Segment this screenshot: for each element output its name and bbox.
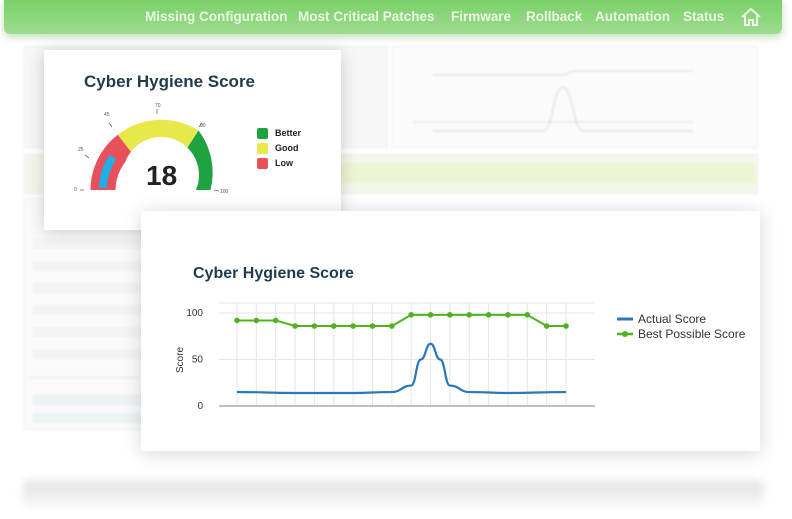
- top-navbar: Missing Configuration Most Critical Patc…: [4, 0, 782, 34]
- score-gauge: 0 25 45 70 90 100 18: [74, 103, 229, 213]
- legend-good-label: Good: [275, 143, 299, 153]
- series-best-possible-score-point: [292, 323, 298, 329]
- nav-most-critical-patches[interactable]: Most Critical Patches: [298, 9, 435, 24]
- legend-better-swatch: [257, 128, 268, 139]
- legend-low-label: Low: [275, 158, 293, 168]
- series-best-possible-score-point: [485, 312, 492, 318]
- bottom-shadow: [22, 480, 764, 506]
- legend-better-label: Better: [275, 128, 302, 138]
- gauge-tick-0: 0: [74, 187, 77, 193]
- series-best-possible-score-point: [234, 317, 240, 324]
- legend-best-possible-score-label: Best Possible Score: [638, 327, 746, 341]
- gauge-card: Cyber Hygiene Score 0 25 45 70 90 100 18…: [44, 50, 341, 230]
- series-best-possible-score-point: [505, 312, 511, 318]
- gauge-tick-45: 45: [104, 112, 110, 118]
- series-best-possible-score-point: [350, 323, 356, 329]
- series-actual-score-line: [236, 342, 567, 395]
- nav-automation[interactable]: Automation: [595, 9, 670, 24]
- series-best-possible-score-point: [369, 323, 376, 329]
- y-tick-label: 50: [192, 355, 204, 366]
- bg-panel-device-list: [24, 198, 153, 430]
- series-best-possible-score-point: [330, 323, 337, 329]
- line-chart-card: Cyber Hygiene Score 0 50 100 Score Actual …: [141, 211, 760, 451]
- series-best-possible-score-point: [311, 323, 318, 329]
- gauge-tick-100: 100: [220, 189, 229, 195]
- gauge-tick-25: 25: [78, 147, 84, 153]
- series-best-possible-score-point: [563, 323, 569, 329]
- series-best-possible-score-point: [524, 312, 531, 318]
- series-best-possible-score-point: [389, 323, 395, 329]
- y-axis-label: Score: [175, 346, 186, 373]
- gauge-tick-90: 90: [200, 123, 206, 129]
- nav-firmware[interactable]: Firmware: [451, 9, 511, 24]
- series-best-possible-score-point: [466, 312, 473, 318]
- series-best-possible-score-point: [408, 312, 414, 318]
- nav-status[interactable]: Status: [683, 9, 724, 24]
- legend-actual-score-label: Actual Score: [638, 312, 707, 326]
- legend-best-possible-score-swatch: [617, 331, 633, 337]
- legend-good-swatch: [257, 143, 268, 154]
- nav-missing-configuration[interactable]: Missing Configuration: [145, 9, 288, 24]
- series-best-possible-score-point: [272, 317, 279, 324]
- series-best-possible-score-point: [253, 317, 260, 324]
- legend-actual-score-swatch: [617, 317, 633, 321]
- gauge-score-value: 18: [146, 160, 177, 191]
- series-best-possible-score-line: [237, 313, 566, 328]
- series-best-possible-score-point: [427, 312, 434, 318]
- home-icon[interactable]: [740, 6, 762, 28]
- bg-panel-trend: [392, 46, 758, 148]
- legend-low-swatch: [257, 158, 268, 169]
- y-tick-label: 0: [197, 401, 203, 412]
- nav-rollback[interactable]: Rollback: [526, 9, 582, 24]
- gauge-tick-70: 70: [155, 103, 161, 109]
- series-best-possible-score-point: [543, 323, 550, 329]
- y-tick-label: 100: [186, 308, 203, 319]
- series-best-possible-score-point: [447, 312, 453, 318]
